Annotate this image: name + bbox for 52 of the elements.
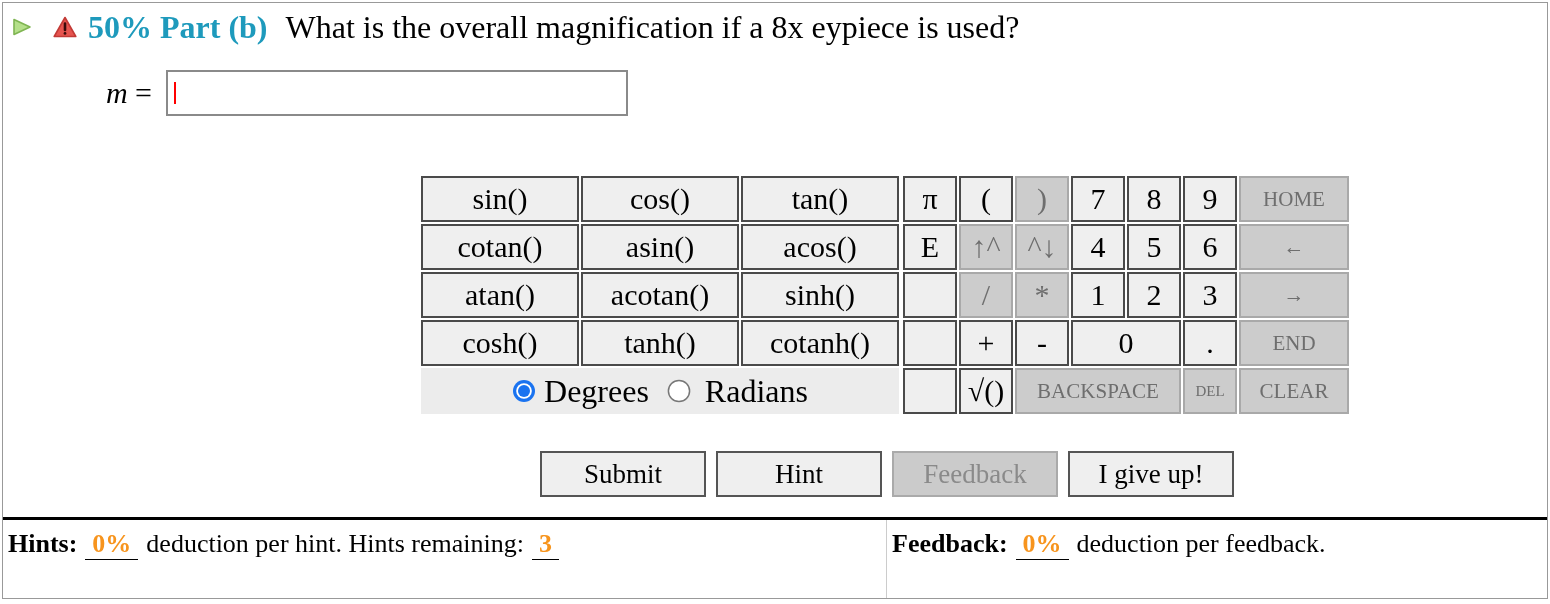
play-icon[interactable] bbox=[12, 18, 32, 36]
keypad-key[interactable]: 9 bbox=[1183, 176, 1237, 222]
keypad-key[interactable]: 2 bbox=[1127, 272, 1181, 318]
hints-text: deduction per hint. Hints remaining: bbox=[146, 528, 524, 560]
function-key[interactable]: sinh() bbox=[741, 272, 899, 318]
keypad-key[interactable]: 8 bbox=[1127, 176, 1181, 222]
radio-button[interactable] bbox=[512, 379, 537, 403]
keypad-key[interactable]: . bbox=[1183, 320, 1237, 366]
feedback-label: Feedback: bbox=[892, 528, 1008, 560]
part-label: 50% Part (b) bbox=[88, 8, 268, 46]
blank-key[interactable] bbox=[903, 368, 957, 414]
function-key[interactable]: cotanh() bbox=[741, 320, 899, 366]
keypad-key[interactable]: + bbox=[959, 320, 1013, 366]
blank-key[interactable] bbox=[903, 320, 957, 366]
blank-key[interactable] bbox=[903, 272, 957, 318]
keypad-key[interactable]: - bbox=[1015, 320, 1069, 366]
keypad-key[interactable]: 7 bbox=[1071, 176, 1125, 222]
function-key[interactable]: cotan() bbox=[421, 224, 579, 270]
keypad-key[interactable]: 5 bbox=[1127, 224, 1181, 270]
function-key[interactable]: cos() bbox=[581, 176, 739, 222]
hints-label: Hints: bbox=[8, 528, 78, 560]
radio-label: Radians bbox=[704, 372, 808, 410]
deduction-value: 0% bbox=[1015, 529, 1069, 560]
function-key[interactable]: tanh() bbox=[581, 320, 739, 366]
keypad-key[interactable]: 4 bbox=[1071, 224, 1125, 270]
function-key[interactable]: acotan() bbox=[581, 272, 739, 318]
question-text: What is the overall magnification if a 8x eypiece is used? bbox=[285, 8, 1020, 46]
feedback-text: deduction per feedback. bbox=[1076, 528, 1326, 560]
radio-button[interactable] bbox=[666, 379, 691, 403]
function-key[interactable]: cosh() bbox=[421, 320, 579, 366]
action-button[interactable]: Submit bbox=[540, 451, 706, 497]
function-key[interactable]: atan() bbox=[421, 272, 579, 318]
function-key[interactable]: sin() bbox=[421, 176, 579, 222]
radio-label: Degrees bbox=[544, 372, 649, 410]
keypad-key[interactable]: 6 bbox=[1183, 224, 1237, 270]
keypad-key[interactable]: √() bbox=[959, 368, 1013, 414]
action-button[interactable]: Hint bbox=[716, 451, 882, 497]
keypad-key[interactable]: ( bbox=[959, 176, 1013, 222]
keypad-key[interactable]: E bbox=[903, 224, 957, 270]
remaining-value: 3 bbox=[532, 529, 559, 560]
keypad-key[interactable]: 1 bbox=[1071, 272, 1125, 318]
function-key[interactable]: tan() bbox=[741, 176, 899, 222]
answer-field[interactable] bbox=[166, 70, 628, 116]
keypad-key[interactable]: 0 bbox=[1071, 320, 1181, 366]
function-key[interactable]: acos() bbox=[741, 224, 899, 270]
keypad-key[interactable]: 3 bbox=[1183, 272, 1237, 318]
deduction-value: 0% bbox=[85, 529, 139, 560]
warning-icon bbox=[53, 16, 77, 38]
keypad-key[interactable]: π bbox=[903, 176, 957, 222]
answer-label: m = bbox=[105, 75, 152, 111]
function-key[interactable]: asin() bbox=[581, 224, 739, 270]
action-button[interactable]: I give up! bbox=[1068, 451, 1234, 497]
